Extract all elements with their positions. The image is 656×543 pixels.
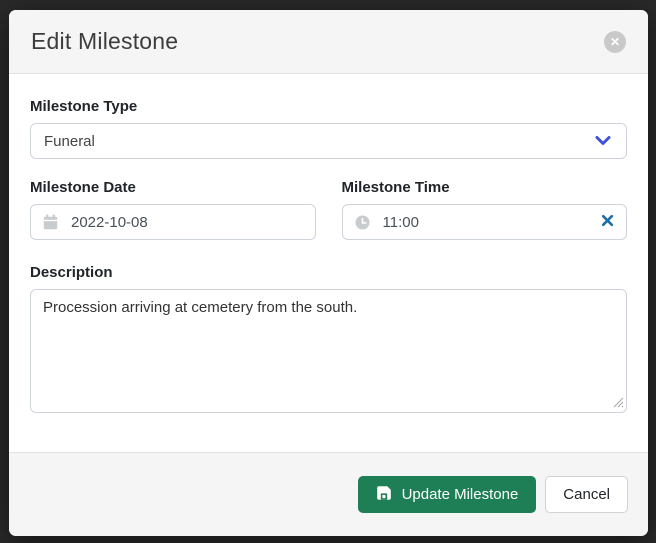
update-milestone-label: Update Milestone: [402, 486, 519, 503]
clear-x-icon: [601, 214, 614, 230]
milestone-date-group: [30, 204, 316, 240]
cancel-label: Cancel: [563, 486, 610, 503]
milestone-time-input[interactable]: [383, 214, 602, 231]
milestone-type-select[interactable]: Funeral: [30, 123, 627, 159]
resize-grip-icon[interactable]: [613, 397, 624, 408]
close-icon: ✕: [610, 36, 620, 48]
description-label: Description: [30, 264, 627, 281]
close-button[interactable]: ✕: [604, 31, 626, 53]
milestone-time-label: Milestone Time: [342, 179, 628, 196]
edit-milestone-modal: Edit Milestone ✕ Milestone Type Funeral …: [9, 10, 648, 536]
cancel-button[interactable]: Cancel: [545, 476, 628, 513]
save-icon: [376, 485, 392, 505]
chevron-down-icon: [595, 136, 611, 146]
modal-title: Edit Milestone: [31, 28, 178, 55]
description-textarea[interactable]: Procession arriving at cemetery from the…: [30, 289, 627, 413]
modal-body: Milestone Type Funeral Milestone Date: [9, 74, 648, 452]
update-milestone-button[interactable]: Update Milestone: [358, 476, 537, 513]
calendar-icon: [43, 214, 58, 230]
milestone-date-label: Milestone Date: [30, 179, 316, 196]
milestone-time-group: [342, 204, 628, 240]
milestone-type-label: Milestone Type: [30, 98, 627, 115]
modal-header: Edit Milestone ✕: [9, 10, 648, 74]
clock-icon: [355, 215, 370, 230]
milestone-type-value: Funeral: [44, 133, 95, 150]
modal-footer: Update Milestone Cancel: [9, 452, 648, 536]
milestone-date-input[interactable]: [71, 214, 303, 231]
time-clear-button[interactable]: [601, 214, 614, 230]
